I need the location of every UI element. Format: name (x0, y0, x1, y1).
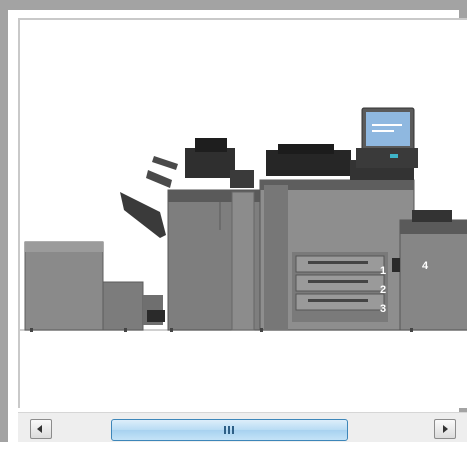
callout-large-capacity-unit: 4 (422, 260, 429, 272)
stacker-unit (24, 241, 165, 331)
scroll-left-button[interactable] (30, 419, 52, 439)
large-capacity-unit-shape (392, 210, 467, 331)
bottom-edge (0, 442, 467, 452)
callout-tray-3: 3 (380, 303, 387, 315)
chevron-right-icon (443, 425, 448, 433)
callout-tray-1: 1 (380, 265, 387, 277)
printer-illustration (20, 107, 467, 332)
grip-icon (224, 426, 236, 434)
finisher-unit (167, 138, 261, 331)
scrollbar-thumb[interactable] (111, 419, 348, 441)
scroll-right-button[interactable] (434, 419, 456, 439)
viewport: 1 2 3 4 (18, 18, 467, 408)
control-panel (356, 107, 418, 168)
horizontal-scrollbar[interactable] (18, 412, 467, 443)
chevron-left-icon (37, 425, 42, 433)
main-engine (259, 144, 415, 331)
callout-tray-2: 2 (380, 284, 387, 296)
